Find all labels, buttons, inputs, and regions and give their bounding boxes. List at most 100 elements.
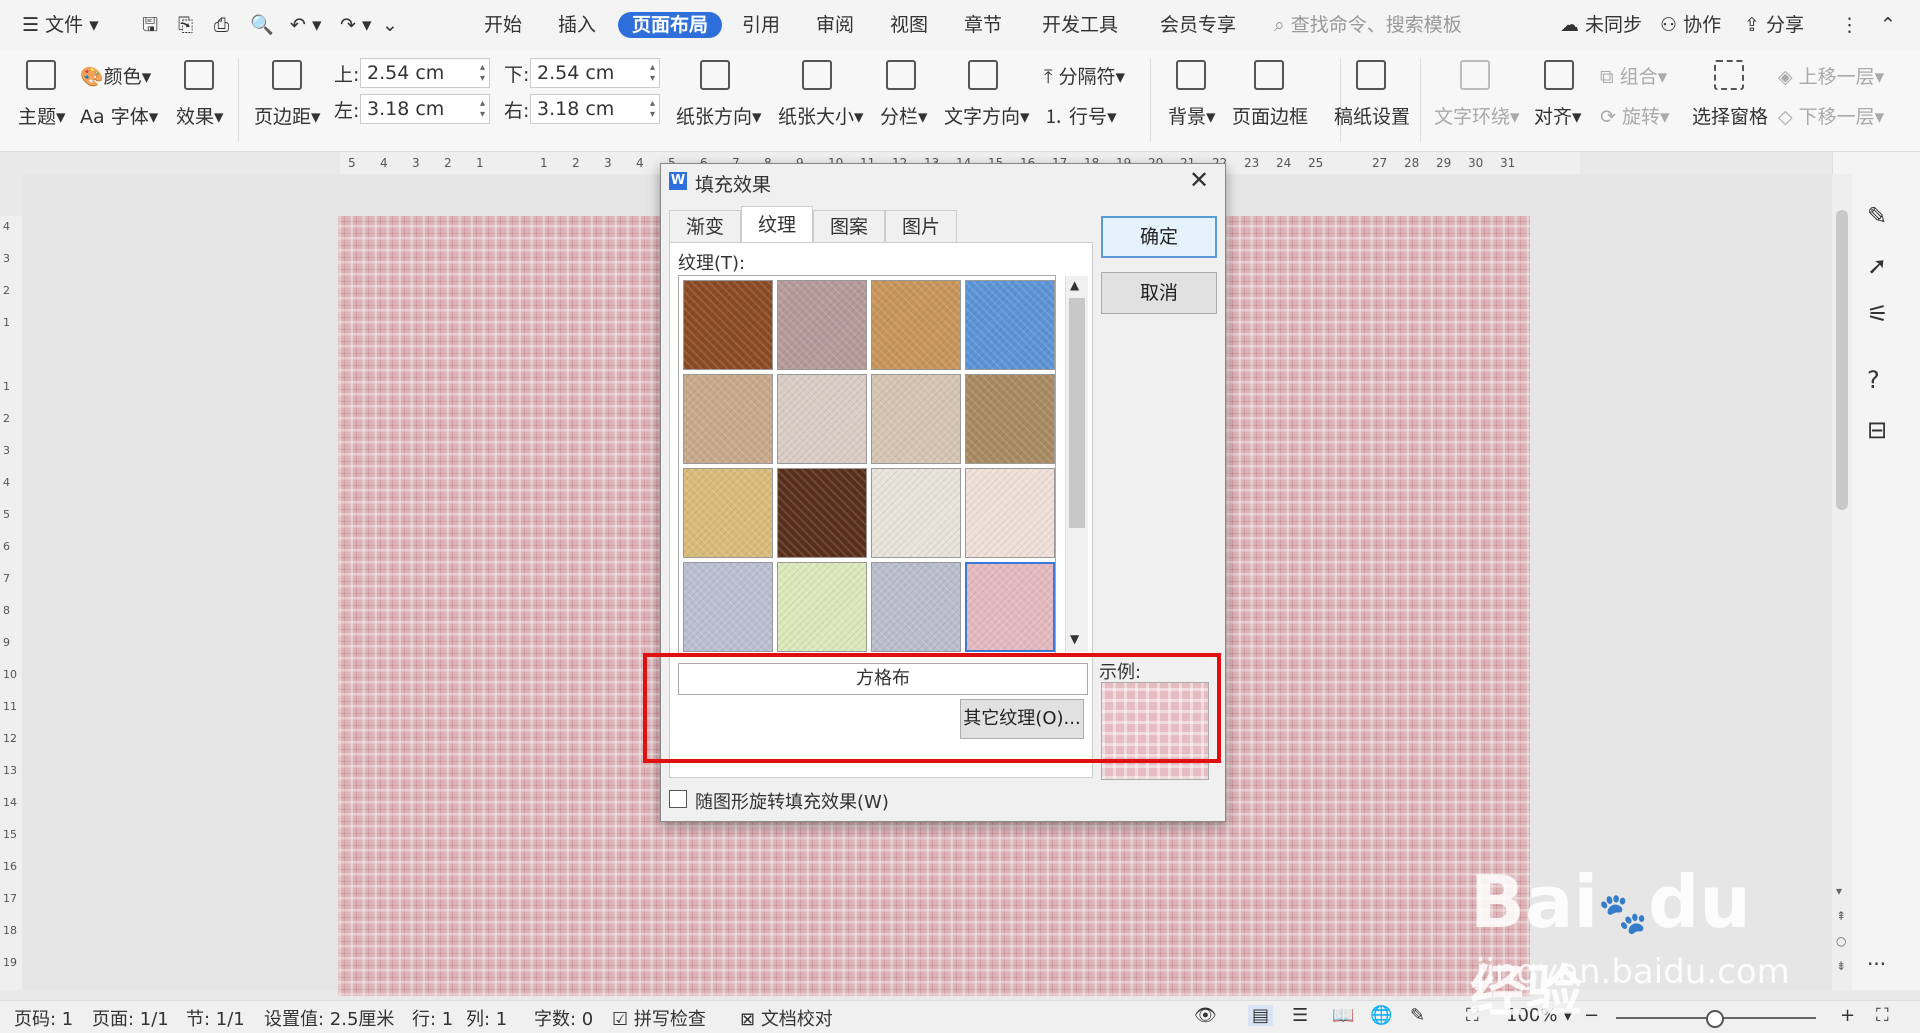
tab-pattern[interactable]: 图案 — [813, 210, 885, 242]
texture-swatch-gold-sand[interactable] — [683, 468, 773, 558]
preview-icon[interactable]: 🔍 — [250, 12, 274, 38]
texture-swatch-burlap[interactable] — [871, 280, 961, 370]
texture-swatch-green-grid[interactable] — [777, 562, 867, 652]
status-line[interactable]: 行: 1 — [412, 1005, 453, 1031]
rotate-fill-checkbox[interactable] — [669, 790, 687, 808]
selection-pane-button[interactable]: 选择窗格 — [1692, 102, 1768, 129]
texture-swatch-denim-stripes[interactable] — [683, 562, 773, 652]
prev-page-icon[interactable]: ⇞ — [1836, 909, 1846, 923]
spin-icon[interactable]: ▴ ▾ — [480, 62, 485, 84]
collapse-icon[interactable]: ⌃ — [1880, 12, 1896, 38]
export-icon[interactable]: ⎘ — [178, 12, 193, 38]
texture-swatch-blue-weave[interactable] — [871, 562, 961, 652]
scroll-down-icon[interactable]: ▾ — [1836, 884, 1842, 898]
rotate-button[interactable]: ⟳ 旋转▾ — [1600, 102, 1670, 129]
tab-member[interactable]: 会员专享 — [1160, 12, 1236, 38]
proofread-button[interactable]: ⊠ 文档校对 — [740, 1005, 833, 1031]
manuscript-button[interactable]: 稿纸设置 — [1334, 102, 1410, 129]
help-icon[interactable]: ? — [1867, 366, 1880, 394]
spin-icon[interactable]: ▴ ▾ — [650, 62, 655, 84]
tab-texture[interactable]: 纹理 — [741, 206, 813, 242]
write-view-icon[interactable]: ✎ — [1410, 1005, 1425, 1026]
tab-developer[interactable]: 开发工具 — [1042, 12, 1118, 38]
sliders-icon[interactable]: ⚟ — [1867, 300, 1889, 328]
texture-swatch-leopard[interactable] — [777, 468, 867, 558]
page-border-button[interactable]: 页面边框 — [1232, 102, 1308, 129]
margin-right-field[interactable]: 3.18 cm ▴ ▾ — [530, 94, 660, 124]
fonts-button[interactable]: Aa 字体▾ — [80, 102, 158, 129]
file-menu[interactable]: ☰ 文件 ▾ — [22, 12, 99, 38]
spin-icon[interactable]: ▴ ▾ — [480, 98, 485, 120]
texture-swatch-parchment[interactable] — [871, 374, 961, 464]
text-wrap-button[interactable]: 文字环绕▾ — [1434, 102, 1520, 129]
undo-icon[interactable]: ↶ ▾ — [290, 12, 322, 38]
inbox-icon[interactable]: ⊟ — [1867, 416, 1887, 444]
tab-view[interactable]: 视图 — [890, 12, 928, 38]
pen-icon[interactable]: ✎ — [1867, 202, 1887, 230]
scroll-down-icon[interactable]: ▼ — [1070, 632, 1079, 646]
more-icon[interactable]: ⌄ — [382, 12, 398, 38]
status-column[interactable]: 列: 1 — [466, 1005, 507, 1031]
tab-insert[interactable]: 插入 — [558, 12, 596, 38]
paper-size-button[interactable]: 纸张大小▾ — [778, 102, 864, 129]
texture-swatch-pink-wood[interactable] — [965, 468, 1055, 558]
more-tools-icon[interactable]: ··· — [1867, 952, 1886, 976]
effects-button[interactable]: 效果▾ — [176, 102, 224, 129]
tab-picture[interactable]: 图片 — [885, 210, 957, 242]
vertical-scrollbar[interactable]: ▾ ⇞ ○ ⇟ — [1832, 174, 1852, 990]
colors-button[interactable]: 🎨颜色▾ — [80, 62, 151, 89]
texture-scroll-thumb[interactable] — [1069, 298, 1085, 528]
fullscreen-icon[interactable]: ⛶ — [1876, 1005, 1889, 1026]
texture-swatch-fabric-weave[interactable] — [777, 280, 867, 370]
texture-swatch-leather[interactable] — [683, 280, 773, 370]
tab-review[interactable]: 审阅 — [816, 12, 854, 38]
vertical-ruler[interactable]: 4 3 2 1 1 2 3 4 5 6 7 8 9 10 11 12 13 14 15 16 17 18 19 — [0, 216, 22, 990]
tab-home[interactable]: 开始 — [484, 12, 522, 38]
tab-page-layout[interactable]: 页面布局 — [618, 12, 723, 38]
collab-button[interactable]: ⚇ 协作 — [1660, 12, 1721, 38]
texture-swatch-white-marble[interactable] — [777, 374, 867, 464]
spin-icon[interactable]: ▴ ▾ — [650, 98, 655, 120]
margin-top-field[interactable]: 2.54 cm ▴ ▾ — [360, 58, 490, 88]
text-direction-button[interactable]: 文字方向▾ — [944, 102, 1030, 129]
scroll-thumb[interactable] — [1836, 210, 1848, 510]
margin-left-field[interactable]: 3.18 cm ▴ ▾ — [360, 94, 490, 124]
sync-button[interactable]: ☁ 未同步 — [1560, 12, 1642, 38]
background-button[interactable]: 背景▾ — [1168, 102, 1216, 129]
tab-sections[interactable]: 章节 — [964, 12, 1002, 38]
breaks-button[interactable]: ⤒ 分隔符▾ — [1044, 62, 1125, 89]
more-options-icon[interactable]: ⋮ — [1840, 12, 1859, 38]
status-pages[interactable]: 页面: 1/1 — [92, 1005, 169, 1031]
scroll-up-icon[interactable]: ▲ — [1070, 278, 1079, 292]
search-box[interactable]: ⌕ 查找命令、搜索模板 — [1274, 12, 1462, 38]
cursor-icon[interactable]: ➚ — [1867, 252, 1887, 280]
status-setting[interactable]: 设置值: 2.5厘米 — [264, 1005, 394, 1031]
margin-bottom-field[interactable]: 2.54 cm ▴ ▾ — [530, 58, 660, 88]
margins-button[interactable]: 页边距▾ — [254, 102, 321, 129]
cancel-button[interactable]: 取消 — [1101, 272, 1217, 314]
align-button[interactable]: 对齐▾ — [1534, 102, 1582, 129]
group-button[interactable]: ⧉ 组合▾ — [1600, 62, 1667, 89]
next-page-icon[interactable]: ⇟ — [1836, 959, 1846, 973]
orientation-button[interactable]: 纸张方向▾ — [676, 102, 762, 129]
status-section[interactable]: 节: 1/1 — [186, 1005, 245, 1031]
texture-swatch-granite[interactable] — [683, 374, 773, 464]
tab-gradient[interactable]: 渐变 — [669, 210, 741, 242]
line-numbers-button[interactable]: ⒈ 行号▾ — [1044, 102, 1117, 129]
close-icon[interactable]: ✕ — [1189, 166, 1209, 194]
reading-view-icon[interactable]: 📖 — [1332, 1005, 1354, 1026]
send-backward-button[interactable]: ◇ 下移一层▾ — [1778, 102, 1884, 129]
spell-check-button[interactable]: ☑ 拼写检查 — [612, 1005, 706, 1031]
columns-button[interactable]: 分栏▾ — [880, 102, 928, 129]
texture-scrollbar[interactable]: ▲ ▼ — [1065, 276, 1088, 652]
theme-button[interactable]: 主题▾ — [18, 102, 66, 129]
zoom-in-icon[interactable]: + — [1840, 1005, 1855, 1026]
web-view-icon[interactable]: 🌐 — [1370, 1005, 1392, 1026]
texture-swatch-blue-tissue[interactable] — [965, 280, 1055, 370]
select-browse-icon[interactable]: ○ — [1836, 934, 1846, 948]
redo-icon[interactable]: ↷ ▾ — [340, 12, 372, 38]
texture-swatch-pink-plaid[interactable] — [965, 562, 1055, 652]
status-word-count[interactable]: 字数: 0 — [534, 1005, 593, 1031]
page-view-icon[interactable]: ▤ — [1248, 1005, 1274, 1026]
texture-swatch-office-sand[interactable] — [871, 468, 961, 558]
